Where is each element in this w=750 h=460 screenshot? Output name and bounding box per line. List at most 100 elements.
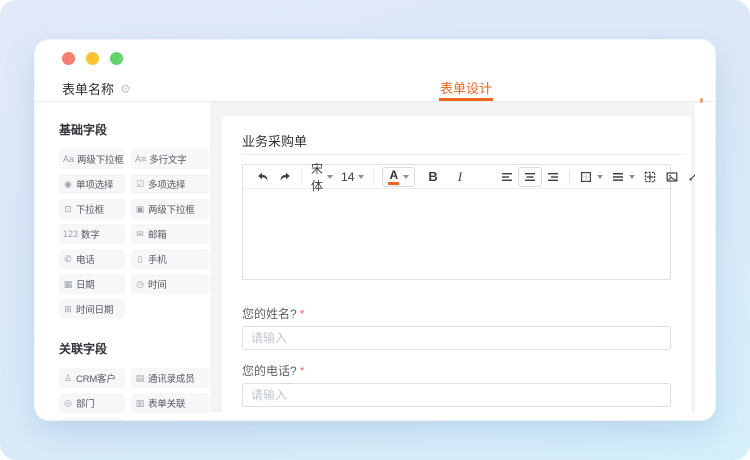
person-icon: ♙ bbox=[63, 374, 73, 383]
text-icon: Aa bbox=[63, 155, 74, 164]
field-item-multi-choice[interactable]: ☑多项选择 bbox=[131, 174, 209, 194]
field-item-form-relation[interactable]: ▥表单关联 bbox=[131, 393, 209, 413]
align-center-icon bbox=[523, 170, 537, 184]
align-right-icon bbox=[546, 170, 560, 184]
form-card: 业务采购单 宋体 bbox=[222, 116, 691, 412]
dropdown-icon: ⊡ bbox=[63, 205, 73, 214]
field-item-select[interactable]: ⊡下拉框 bbox=[59, 199, 125, 219]
field-item-crm-customer[interactable]: ♙CRM客户 bbox=[59, 368, 125, 388]
section-title-basic-fields: 基础字段 bbox=[59, 121, 210, 138]
undo-button[interactable] bbox=[252, 167, 274, 187]
field-label: 您的姓名? bbox=[242, 307, 297, 321]
two-level-dropdown-icon: ▣ bbox=[135, 205, 145, 214]
toolbar-divider bbox=[301, 170, 302, 183]
app-header: 表单名称 ⚙ 表单设计 bbox=[35, 76, 715, 102]
page-background: 表单名称 ⚙ 表单设计 基础字段 Aa两级下拉框 A≡多行文字 ◉单项选择 ☑多… bbox=[0, 0, 750, 460]
border-button[interactable] bbox=[575, 167, 607, 187]
image-icon bbox=[665, 170, 679, 184]
field-item-multiline-text[interactable]: A≡多行文字 bbox=[131, 149, 209, 169]
minimize-button[interactable] bbox=[86, 52, 99, 65]
checkbox-icon: ☑ bbox=[135, 180, 145, 189]
scrollbar-thumb[interactable] bbox=[700, 98, 703, 103]
chevron-down-icon bbox=[358, 175, 364, 179]
font-color-button[interactable]: A bbox=[382, 167, 415, 187]
form-relation-icon: ▥ bbox=[135, 399, 145, 408]
field-item-time[interactable]: ◷时间 bbox=[131, 274, 209, 294]
clock-icon: ◷ bbox=[135, 280, 145, 289]
chevron-down-icon bbox=[629, 175, 635, 179]
field-item-cascade-select[interactable]: Aa两级下拉框 bbox=[59, 149, 125, 169]
required-mark: * bbox=[300, 307, 305, 321]
chevron-down-icon bbox=[403, 175, 409, 179]
field-item-date[interactable]: ▦日期 bbox=[59, 274, 125, 294]
table-icon bbox=[643, 170, 657, 184]
field-item-single-choice[interactable]: ◉单项选择 bbox=[59, 174, 125, 194]
table-button[interactable] bbox=[639, 167, 661, 187]
field-label: 您的电话? bbox=[242, 364, 297, 378]
basic-fields-grid: Aa两级下拉框 A≡多行文字 ◉单项选择 ☑多项选择 ⊡下拉框 ▣两级下拉框 1… bbox=[59, 149, 210, 319]
field-item-two-level-select[interactable]: ▣两级下拉框 bbox=[131, 199, 209, 219]
app-window: 表单名称 ⚙ 表单设计 基础字段 Aa两级下拉框 A≡多行文字 ◉单项选择 ☑多… bbox=[35, 40, 715, 420]
field-item-mobile[interactable]: ▯手机 bbox=[131, 249, 209, 269]
redo-icon bbox=[278, 170, 292, 184]
field-item-email[interactable]: ✉邮箱 bbox=[131, 224, 209, 244]
align-left-icon bbox=[500, 170, 514, 184]
field-item-department[interactable]: ◎部门 bbox=[59, 393, 125, 413]
close-button[interactable] bbox=[62, 52, 75, 65]
toolbar-divider bbox=[373, 170, 374, 183]
toolbar-divider bbox=[569, 170, 570, 183]
italic-button[interactable]: I bbox=[448, 167, 472, 187]
line-height-button[interactable] bbox=[607, 167, 639, 187]
form-field-name: 您的姓名?* bbox=[242, 307, 671, 350]
window-titlebar bbox=[35, 40, 715, 76]
rich-text-editor: 宋体 14 A B bbox=[242, 164, 671, 280]
relation-fields-grid: ♙CRM客户 ▤通讯录成员 ◎部门 ▥表单关联 ⊕数据源 bbox=[59, 368, 210, 420]
multiline-text-icon: A≡ bbox=[135, 155, 146, 164]
form-name-area: 表单名称 ⚙ bbox=[35, 76, 217, 101]
title-divider bbox=[242, 154, 685, 155]
field-item-contacts-member[interactable]: ▤通讯录成员 bbox=[131, 368, 209, 388]
calendar-clock-icon: ⊞ bbox=[63, 305, 73, 314]
gear-icon[interactable]: ⚙ bbox=[120, 83, 131, 95]
phone-field-input[interactable] bbox=[242, 383, 671, 407]
mobile-icon: ▯ bbox=[135, 255, 145, 264]
form-name: 表单名称 bbox=[62, 79, 114, 98]
align-center-button[interactable] bbox=[518, 167, 542, 187]
align-right-button[interactable] bbox=[542, 167, 564, 187]
calendar-icon: ▦ bbox=[63, 280, 73, 289]
image-button[interactable] bbox=[661, 167, 683, 187]
chevron-down-icon bbox=[597, 175, 603, 179]
undo-icon bbox=[256, 170, 270, 184]
radio-icon: ◉ bbox=[63, 180, 73, 189]
tab-form-design[interactable]: 表单设计 bbox=[439, 76, 493, 101]
expand-button[interactable] bbox=[683, 167, 695, 187]
form-field-phone: 您的电话?* bbox=[242, 364, 671, 407]
bold-button[interactable]: B bbox=[418, 167, 447, 187]
envelope-icon: ✉ bbox=[135, 230, 145, 239]
header-tabs: 表单设计 bbox=[217, 76, 715, 101]
font-color-icon: A bbox=[388, 169, 399, 185]
field-item-phone[interactable]: ✆电话 bbox=[59, 249, 125, 269]
field-item-datetime[interactable]: ⊞时间日期 bbox=[59, 299, 125, 319]
font-family-select[interactable]: 宋体 bbox=[307, 167, 337, 187]
required-mark: * bbox=[300, 364, 305, 378]
form-canvas: 业务采购单 宋体 bbox=[210, 102, 695, 412]
align-left-button[interactable] bbox=[496, 167, 518, 187]
section-title-relation-fields: 关联字段 bbox=[59, 340, 210, 357]
editor-content-area[interactable] bbox=[243, 189, 670, 279]
field-item-number[interactable]: 123数字 bbox=[59, 224, 125, 244]
redo-button[interactable] bbox=[274, 167, 296, 187]
form-card-title[interactable]: 业务采购单 bbox=[242, 133, 671, 151]
phone-icon: ✆ bbox=[63, 255, 73, 264]
expand-icon bbox=[687, 170, 695, 183]
chevron-down-icon bbox=[327, 175, 333, 179]
contacts-icon: ▤ bbox=[135, 374, 145, 383]
name-field-input[interactable] bbox=[242, 326, 671, 350]
maximize-button[interactable] bbox=[110, 52, 123, 65]
border-icon bbox=[579, 170, 593, 184]
field-item-data-source[interactable]: ⊕数据源 bbox=[59, 418, 125, 420]
department-icon: ◎ bbox=[63, 399, 73, 408]
font-size-select[interactable]: 14 bbox=[337, 167, 368, 187]
number-icon: 123 bbox=[63, 230, 78, 239]
line-height-icon bbox=[611, 170, 625, 184]
